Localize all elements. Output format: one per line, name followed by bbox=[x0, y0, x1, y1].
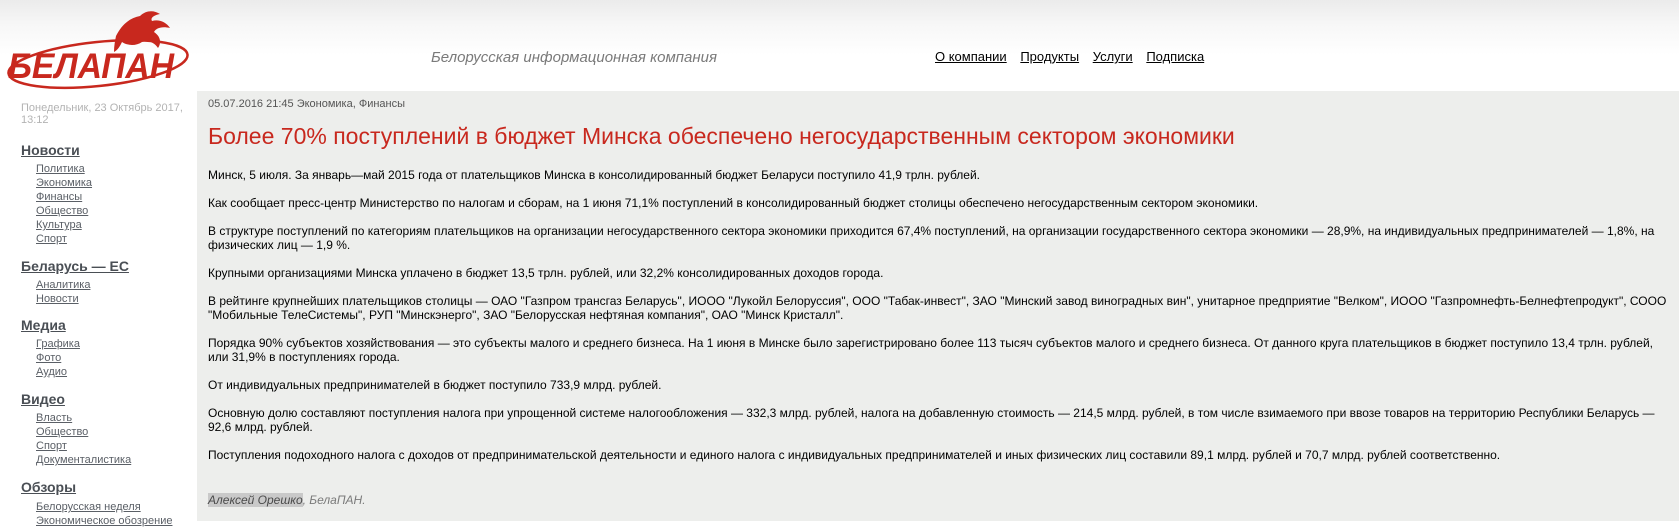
article-content: 05.07.2016 21:45 Экономика, Финансы Боле… bbox=[197, 91, 1679, 521]
sidebar-item-graphics[interactable]: Графика bbox=[36, 337, 80, 351]
logo-wordmark: БЕЛАПАН bbox=[8, 47, 175, 86]
sidebar-item-audio[interactable]: Аудио bbox=[36, 365, 80, 379]
sidebar-item-analytics[interactable]: Аналитика bbox=[36, 278, 90, 292]
sidebar-section-video[interactable]: Видео bbox=[21, 391, 65, 407]
site-header: БЕЛАПАН Белорусская информационная компа… bbox=[0, 0, 1679, 91]
article-meta: 05.07.2016 21:45 Экономика, Финансы bbox=[208, 98, 406, 110]
sidebar-item-eu-news[interactable]: Новости bbox=[36, 292, 90, 306]
sidebar-section-reviews[interactable]: Обзоры bbox=[21, 479, 76, 495]
current-date: Понедельник, 23 Октябрь 2017, 13:12 bbox=[21, 102, 183, 126]
sidebar-item-documentary[interactable]: Документалистика bbox=[36, 453, 131, 467]
sidebar-reviews-list: Белорусская неделя Экономическое обозрен… bbox=[36, 500, 172, 528]
sidebar-item-sport[interactable]: Спорт bbox=[36, 232, 92, 246]
nav-subscription[interactable]: Подписка bbox=[1146, 49, 1204, 64]
agency-name: , БелаПАН. bbox=[302, 493, 366, 507]
sidebar-item-economy[interactable]: Экономика bbox=[36, 176, 92, 190]
sidebar-section-news[interactable]: Новости bbox=[21, 142, 80, 158]
nav-services[interactable]: Услуги bbox=[1093, 49, 1133, 64]
sidebar-section-belarus-eu[interactable]: Беларусь — ЕС bbox=[21, 258, 129, 274]
article-paragraph: Минск, 5 июля. За январь—май 2015 года о… bbox=[208, 168, 980, 182]
sidebar-item-economic-review[interactable]: Экономическое обозрение bbox=[36, 514, 172, 528]
sidebar-belarus-eu-list: Аналитика Новости bbox=[36, 278, 90, 306]
sidebar-item-society[interactable]: Общество bbox=[36, 204, 92, 218]
article-body: Минск, 5 июля. За январь—май 2015 года о… bbox=[208, 168, 1668, 476]
article-paragraph: От индивидуальных предпринимателей в бюд… bbox=[208, 378, 662, 392]
article-paragraph: В рейтинге крупнейших плательщиков столи… bbox=[208, 294, 1667, 322]
author-name[interactable]: Алексей Орешко bbox=[208, 493, 303, 507]
site-slogan: Белорусская информационная компания bbox=[431, 49, 718, 66]
sidebar-item-photo[interactable]: Фото bbox=[36, 351, 80, 365]
article-paragraph: Крупными организациями Минска уплачено в… bbox=[208, 266, 884, 280]
top-navigation: О компании Продукты Услуги Подписка bbox=[935, 49, 1214, 64]
sidebar-item-weekly[interactable]: Белорусская неделя bbox=[36, 500, 172, 514]
sidebar-item-culture[interactable]: Культура bbox=[36, 218, 92, 232]
sidebar-item-politics[interactable]: Политика bbox=[36, 162, 92, 176]
sidebar-item-video-society[interactable]: Общество bbox=[36, 425, 131, 439]
article-paragraph: В структуре поступлений по категориям пл… bbox=[208, 224, 1655, 252]
sidebar-section-media[interactable]: Медиа bbox=[21, 317, 66, 333]
sidebar-video-list: Власть Общество Спорт Документалистика bbox=[36, 411, 131, 467]
sidebar-item-power[interactable]: Власть bbox=[36, 411, 131, 425]
article-byline: Алексей Орешко, БелаПАН. bbox=[208, 493, 366, 507]
sidebar-media-list: Графика Фото Аудио bbox=[36, 337, 80, 379]
sidebar: Понедельник, 23 Октябрь 2017, 13:12 Ново… bbox=[0, 91, 197, 527]
sidebar-news-list: Политика Экономика Финансы Общество Куль… bbox=[36, 162, 92, 246]
article-paragraph: Как сообщает пресс-центр Министерство по… bbox=[208, 196, 1259, 210]
sidebar-item-video-sport[interactable]: Спорт bbox=[36, 439, 131, 453]
article-paragraph: Порядка 90% субъектов хозяйствования — э… bbox=[208, 336, 1653, 364]
article-paragraph: Поступления подоходного налога с доходов… bbox=[208, 448, 1501, 462]
nav-about[interactable]: О компании bbox=[935, 49, 1007, 64]
horse-icon bbox=[114, 11, 170, 52]
sidebar-item-finance[interactable]: Финансы bbox=[36, 190, 92, 204]
article-paragraph: Основную долю составляют поступления нал… bbox=[208, 406, 1655, 434]
article-title: Более 70% поступлений в бюджет Минска об… bbox=[208, 123, 1235, 149]
nav-products[interactable]: Продукты bbox=[1020, 49, 1079, 64]
belapan-logo[interactable]: БЕЛАПАН bbox=[4, 6, 194, 90]
